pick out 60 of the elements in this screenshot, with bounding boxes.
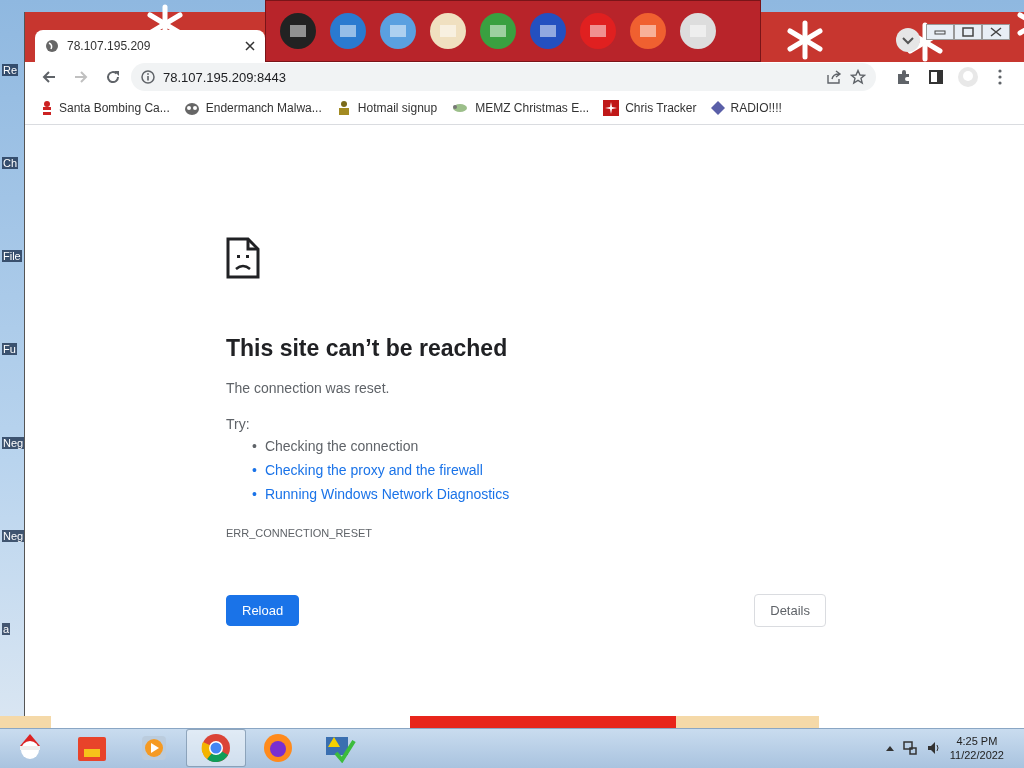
bookmark[interactable]: RADIO!!!! <box>710 101 782 115</box>
url-text: 78.107.195.209:8443 <box>163 69 287 85</box>
try-label: Try: <box>226 416 251 432</box>
suggestion-text: Checking the connection <box>264 438 419 455</box>
details-button[interactable]: Details <box>754 594 826 627</box>
caret-up-icon[interactable] <box>885 745 894 752</box>
snowflake-icon <box>905 22 945 62</box>
reload-icon <box>105 69 121 85</box>
minimize-icon <box>934 29 946 35</box>
desktop-icon-label[interactable]: Neg <box>2 436 24 449</box>
bookmark[interactable]: MEMZ Christmas E... <box>451 101 590 115</box>
raccoon-icon <box>183 101 200 115</box>
chrome-icon[interactable] <box>201 733 231 764</box>
desktop-icon-label[interactable]: Fu <box>2 343 17 356</box>
desktop-icon-label[interactable]: File <box>2 250 22 263</box>
media-player-icon <box>141 735 167 762</box>
desktop-icon-label[interactable]: a <box>2 622 11 635</box>
side-panel-icon <box>928 69 944 85</box>
suggestion-link[interactable]: Running Windows Network Diagnostics <box>264 486 510 503</box>
maximize-button[interactable] <box>954 24 982 40</box>
bullet: • <box>252 438 257 455</box>
desktop-icon-label[interactable]: Neg <box>2 529 24 542</box>
close-icon[interactable] <box>245 41 255 51</box>
restore-icon <box>962 27 974 37</box>
star-icon[interactable] <box>850 69 866 85</box>
info-icon[interactable] <box>141 70 155 84</box>
chevron-down-icon[interactable] <box>896 28 920 52</box>
bookmark[interactable]: Santa Bombing Ca... <box>41 100 170 116</box>
forward-arrow-icon <box>73 69 89 85</box>
address-bar[interactable]: 78.107.195.209:8443 <box>131 63 876 91</box>
network-icon[interactable] <box>901 740 918 757</box>
reload-button[interactable]: Reload <box>226 595 300 626</box>
snowflake-icon <box>785 20 825 60</box>
bullet: • <box>252 486 257 503</box>
puzzle-icon <box>896 69 912 85</box>
bookmark[interactable]: Chris Tracker <box>603 100 697 116</box>
error-code: ERR_CONNECTION_RESET <box>226 527 374 539</box>
share-icon[interactable] <box>826 69 842 85</box>
error-message: The connection was reset. <box>226 380 391 396</box>
santa-icon <box>41 100 53 116</box>
menu-icon <box>998 69 1002 85</box>
bookmark[interactable]: Hotmail signup <box>335 100 438 116</box>
error-title: This site can’t be reached <box>226 335 509 362</box>
close-button[interactable] <box>982 24 1010 40</box>
browser-tab[interactable]: 78.107.195.209 <box>35 30 265 62</box>
clock[interactable]: 4:25 PM 11/22/2022 <box>949 735 1004 762</box>
desktop-icon-label[interactable]: Ch <box>2 157 19 170</box>
bookmark[interactable]: Endermanch Malwa... <box>183 101 322 115</box>
diamond-icon <box>710 101 725 115</box>
sparkle-icon <box>603 100 620 116</box>
bullet: • <box>252 462 257 479</box>
close-icon <box>990 27 1002 37</box>
desktop-icon-label[interactable]: Re <box>2 64 19 76</box>
back-arrow-icon <box>41 69 57 85</box>
minimize-button[interactable] <box>926 24 954 40</box>
taskbar-button[interactable] <box>186 729 246 768</box>
tab-title: 78.107.195.209 <box>67 39 152 53</box>
sad-page-icon <box>226 237 260 279</box>
firefox-icon[interactable] <box>263 733 293 764</box>
suggestion-link[interactable]: Checking the proxy and the firewall <box>264 462 483 479</box>
